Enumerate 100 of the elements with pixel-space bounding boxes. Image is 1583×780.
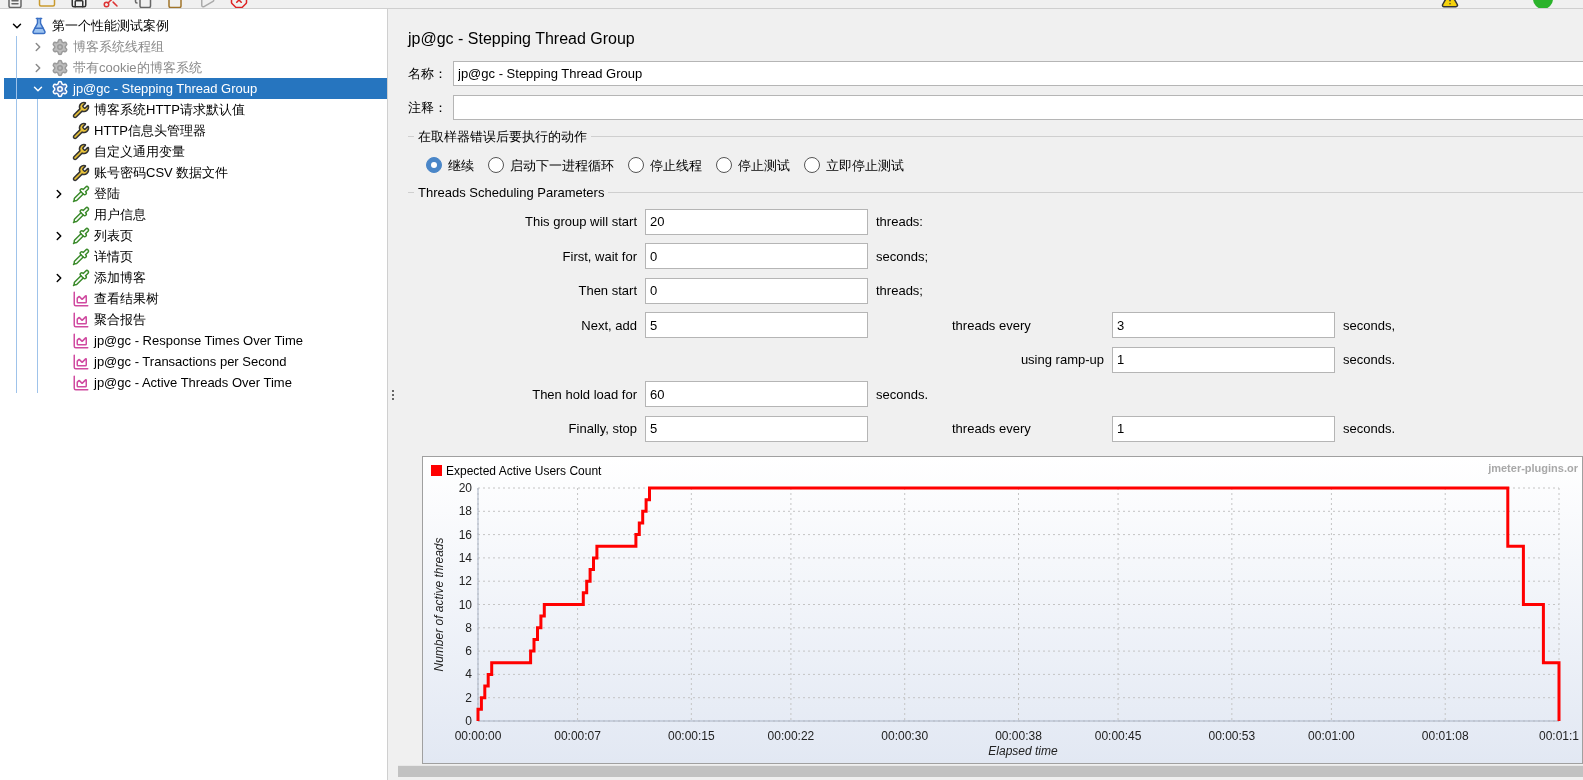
field-label: This group will start bbox=[525, 214, 637, 229]
chart-icon bbox=[72, 289, 90, 308]
x-tick-label: 00:00:00 bbox=[454, 729, 502, 743]
radio-option[interactable]: 启动下一进程循环 bbox=[488, 155, 614, 175]
pipette-icon bbox=[72, 268, 90, 287]
x-tick-label: 00:00:15 bbox=[668, 729, 715, 743]
unit-label: seconds. bbox=[876, 386, 929, 402]
number-field[interactable]: 1 bbox=[1112, 346, 1335, 373]
chart-icon bbox=[72, 373, 90, 392]
field-label: Finally, stop bbox=[568, 421, 637, 436]
name-field[interactable]: jp@gc - Stepping Thread Group bbox=[453, 61, 1583, 86]
pipette-icon bbox=[72, 247, 90, 266]
field-label: Then hold load for bbox=[532, 386, 637, 402]
wrench-icon bbox=[72, 142, 90, 161]
y-tick-label: 16 bbox=[458, 527, 472, 542]
radio-icon[interactable] bbox=[804, 157, 820, 174]
number-field[interactable]: 20 bbox=[645, 208, 868, 235]
number-field[interactable]: 0 bbox=[645, 243, 868, 270]
x-tick-label: 00:01:00 bbox=[1308, 729, 1355, 743]
pipette-icon bbox=[72, 226, 90, 245]
y-tick-label: 10 bbox=[458, 597, 472, 612]
tree-item[interactable]: 详情页 bbox=[4, 246, 387, 267]
section-title: Threads Scheduling Parameters bbox=[418, 184, 605, 202]
chart-icon bbox=[72, 331, 90, 350]
tree-item[interactable]: HTTP信息头管理器 bbox=[4, 120, 387, 141]
unit-label: seconds; bbox=[876, 248, 929, 264]
field-label: 注释： bbox=[408, 98, 448, 117]
watermark-text: jmeter-plugins.or bbox=[1488, 462, 1578, 474]
number-field[interactable]: 5 bbox=[645, 415, 868, 442]
unit-label: seconds. bbox=[1343, 352, 1396, 367]
tree-item[interactable]: jp@gc - Response Times Over Time bbox=[4, 330, 387, 351]
tree-item[interactable]: 聚合报告 bbox=[4, 309, 387, 330]
y-tick-label: 18 bbox=[458, 504, 472, 519]
field-label: 名称： bbox=[408, 64, 448, 83]
radio-option[interactable]: 立即停止测试 bbox=[804, 155, 904, 175]
y-tick-label: 20 bbox=[458, 481, 472, 495]
y-tick-label: 4 bbox=[465, 667, 472, 682]
tree-item[interactable]: 查看结果树 bbox=[4, 288, 387, 309]
number-field[interactable]: 5 bbox=[645, 312, 868, 339]
unit-label: threads: bbox=[876, 214, 923, 229]
y-tick-label: 6 bbox=[465, 644, 472, 659]
comment-field[interactable] bbox=[453, 95, 1583, 120]
x-tick-label: 00:00:53 bbox=[1208, 729, 1256, 743]
field-label: First, wait for bbox=[562, 248, 637, 264]
field-label: Then start bbox=[578, 283, 637, 298]
legend-item: Expected Active Users Count bbox=[431, 464, 602, 478]
tree-item[interactable]: 添加博客 bbox=[4, 267, 387, 288]
pipette-icon bbox=[72, 205, 90, 224]
tree-item[interactable]: 列表页 bbox=[4, 225, 387, 246]
x-tick-label: 00:01:08 bbox=[1421, 729, 1469, 743]
y-tick-label: 14 bbox=[458, 550, 472, 565]
pipette-icon bbox=[72, 184, 90, 203]
radio-option[interactable]: 停止线程 bbox=[628, 155, 702, 175]
wrench-icon bbox=[72, 121, 90, 140]
x-tick-label: 00:00:38 bbox=[995, 729, 1042, 743]
unit-label: seconds, bbox=[1343, 317, 1396, 333]
number-field[interactable]: 60 bbox=[645, 381, 868, 408]
y-axis-title: Number of active threads bbox=[432, 537, 446, 672]
x-axis-title: Elapsed time bbox=[988, 744, 1058, 758]
radio-option[interactable]: 停止测试 bbox=[716, 155, 790, 175]
tree-item[interactable]: 账号密码CSV 数据文件 bbox=[4, 162, 387, 183]
x-tick-label: 00:00:30 bbox=[881, 729, 929, 743]
field-label: threads every bbox=[952, 421, 1031, 436]
tree-item[interactable]: jp@gc - Active Threads Over Time bbox=[4, 372, 387, 393]
unit-label: seconds. bbox=[1343, 421, 1396, 436]
section-title: 在取样器错误后要执行的动作 bbox=[418, 128, 587, 146]
wrench-icon bbox=[72, 100, 90, 119]
gear-icon bbox=[51, 58, 69, 77]
tree-item[interactable]: 用户信息 bbox=[4, 204, 387, 225]
tree-item[interactable]: jp@gc - Stepping Thread Group bbox=[4, 78, 387, 99]
number-field[interactable]: 3 bbox=[1112, 312, 1335, 339]
tree-item[interactable]: jp@gc - Transactions per Second bbox=[4, 351, 387, 372]
x-tick-label: 00:00:45 bbox=[1094, 729, 1142, 743]
wrench-icon bbox=[72, 163, 90, 182]
radio-option[interactable]: 继续 bbox=[426, 155, 474, 175]
y-tick-label: 0 bbox=[465, 714, 472, 728]
field-label: threads every bbox=[952, 317, 1031, 333]
tree-item[interactable]: 第一个性能测试案例 bbox=[4, 15, 387, 36]
flask-icon bbox=[30, 16, 48, 35]
x-tick-label: 00:00:07 bbox=[554, 729, 601, 743]
radio-icon[interactable] bbox=[488, 157, 504, 174]
x-tick-label: 00:00:22 bbox=[767, 729, 815, 743]
x-tick-label: 00:01:1 bbox=[1539, 729, 1579, 743]
number-field[interactable]: 0 bbox=[645, 277, 868, 304]
radio-icon[interactable] bbox=[426, 157, 442, 174]
gear-icon bbox=[51, 37, 69, 56]
tree-item[interactable]: 博客系统HTTP请求默认值 bbox=[4, 99, 387, 120]
tree-item[interactable]: 登陆 bbox=[4, 183, 387, 204]
radio-icon[interactable] bbox=[628, 157, 644, 174]
radio-icon[interactable] bbox=[716, 157, 732, 174]
y-tick-label: 12 bbox=[458, 574, 472, 589]
unit-label: threads; bbox=[876, 283, 923, 298]
y-tick-label: 2 bbox=[465, 690, 472, 705]
chart-icon bbox=[72, 352, 90, 371]
y-tick-label: 8 bbox=[465, 620, 472, 635]
number-field[interactable]: 1 bbox=[1112, 415, 1335, 442]
scrollbar[interactable] bbox=[398, 765, 1583, 777]
panel-title: jp@gc - Stepping Thread Group bbox=[408, 29, 636, 49]
chart-icon bbox=[72, 310, 90, 329]
tree-item[interactable]: 自定义通用变量 bbox=[4, 141, 387, 162]
